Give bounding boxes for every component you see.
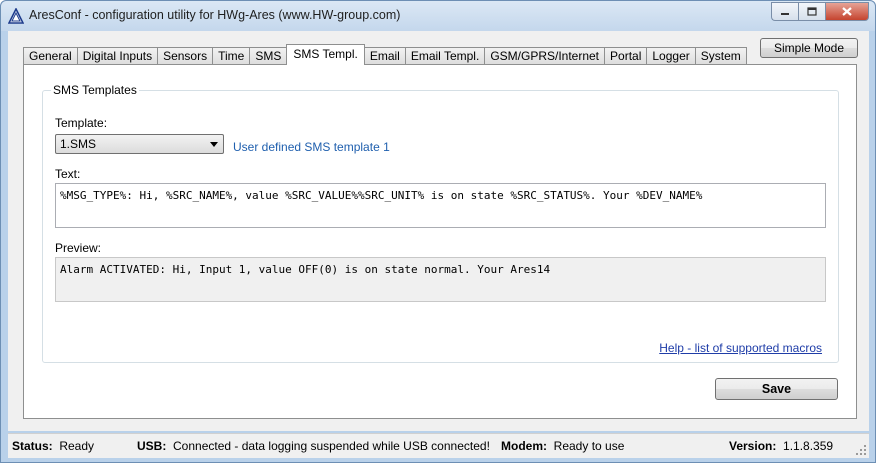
sms-templ-page: SMS Templates Template: 1.SMS User defin…	[23, 64, 857, 419]
minimize-button[interactable]	[771, 2, 798, 21]
tab-email[interactable]: Email	[363, 47, 406, 65]
dropdown-arrow-icon	[210, 142, 218, 147]
resize-grip-icon[interactable]	[855, 444, 867, 456]
sms-templates-group: SMS Templates Template: 1.SMS User defin…	[42, 83, 839, 363]
minimize-icon	[781, 12, 789, 15]
tab-general[interactable]: General	[23, 47, 78, 65]
tab-sms[interactable]: SMS	[249, 47, 288, 65]
template-text-field[interactable]: %MSG_TYPE%: Hi, %SRC_NAME%, value %SRC_V…	[55, 183, 826, 228]
maximize-button[interactable]	[798, 2, 825, 21]
version-section: Version: 1.1.8.359	[729, 439, 833, 453]
simple-mode-button[interactable]: Simple Mode	[760, 38, 858, 58]
tab-digital-inputs[interactable]: Digital Inputs	[76, 47, 159, 65]
usb-section: USB: Connected - data logging suspended …	[137, 439, 490, 453]
preview-label: Preview:	[55, 241, 102, 255]
tab-strip: General Digital Inputs Sensors Time SMS …	[23, 43, 747, 65]
save-button[interactable]: Save	[715, 378, 838, 400]
text-label: Text:	[55, 167, 81, 181]
modem-section: Modem: Ready to use	[501, 439, 624, 453]
tab-email-templ[interactable]: Email Templ.	[404, 47, 486, 65]
help-macros-link[interactable]: Help - list of supported macros	[659, 341, 822, 355]
close-button[interactable]	[825, 2, 869, 21]
template-select[interactable]: 1.SMS	[55, 134, 224, 154]
usb-label: USB:	[137, 439, 167, 453]
status-section: Status: Ready	[12, 439, 94, 453]
modem-label: Modem:	[501, 439, 547, 453]
preview-field: Alarm ACTIVATED: Hi, Input 1, value OFF(…	[55, 257, 826, 302]
app-window: AresConf - configuration utility for HWg…	[0, 0, 876, 463]
template-description: User defined SMS template 1	[233, 140, 390, 154]
tab-system[interactable]: System	[694, 47, 747, 65]
status-bar: Status: Ready USB: Connected - data logg…	[8, 433, 869, 458]
tab-time[interactable]: Time	[212, 47, 251, 65]
usb-value: Connected - data logging suspended while…	[173, 439, 490, 453]
tab-sensors[interactable]: Sensors	[157, 47, 214, 65]
template-select-value: 1.SMS	[60, 137, 97, 151]
app-logo-icon	[8, 8, 24, 24]
title-bar[interactable]: AresConf - configuration utility for HWg…	[1, 1, 875, 31]
tab-logger[interactable]: Logger	[646, 47, 696, 65]
status-label: Status:	[12, 439, 53, 453]
client-area: General Digital Inputs Sensors Time SMS …	[8, 31, 869, 431]
tab-sms-templ[interactable]: SMS Templ.	[286, 44, 365, 65]
close-icon	[842, 7, 852, 16]
group-title: SMS Templates	[51, 83, 139, 97]
maximize-icon	[807, 7, 817, 16]
template-label: Template:	[55, 116, 108, 130]
tab-portal[interactable]: Portal	[604, 47, 648, 65]
tab-gsm-gprs-internet[interactable]: GSM/GPRS/Internet	[484, 47, 606, 65]
status-value: Ready	[59, 439, 95, 453]
version-value: 1.1.8.359	[783, 439, 834, 453]
modem-value: Ready to use	[553, 439, 625, 453]
version-label: Version:	[729, 439, 777, 453]
window-title: AresConf - configuration utility for HWg…	[29, 8, 401, 22]
